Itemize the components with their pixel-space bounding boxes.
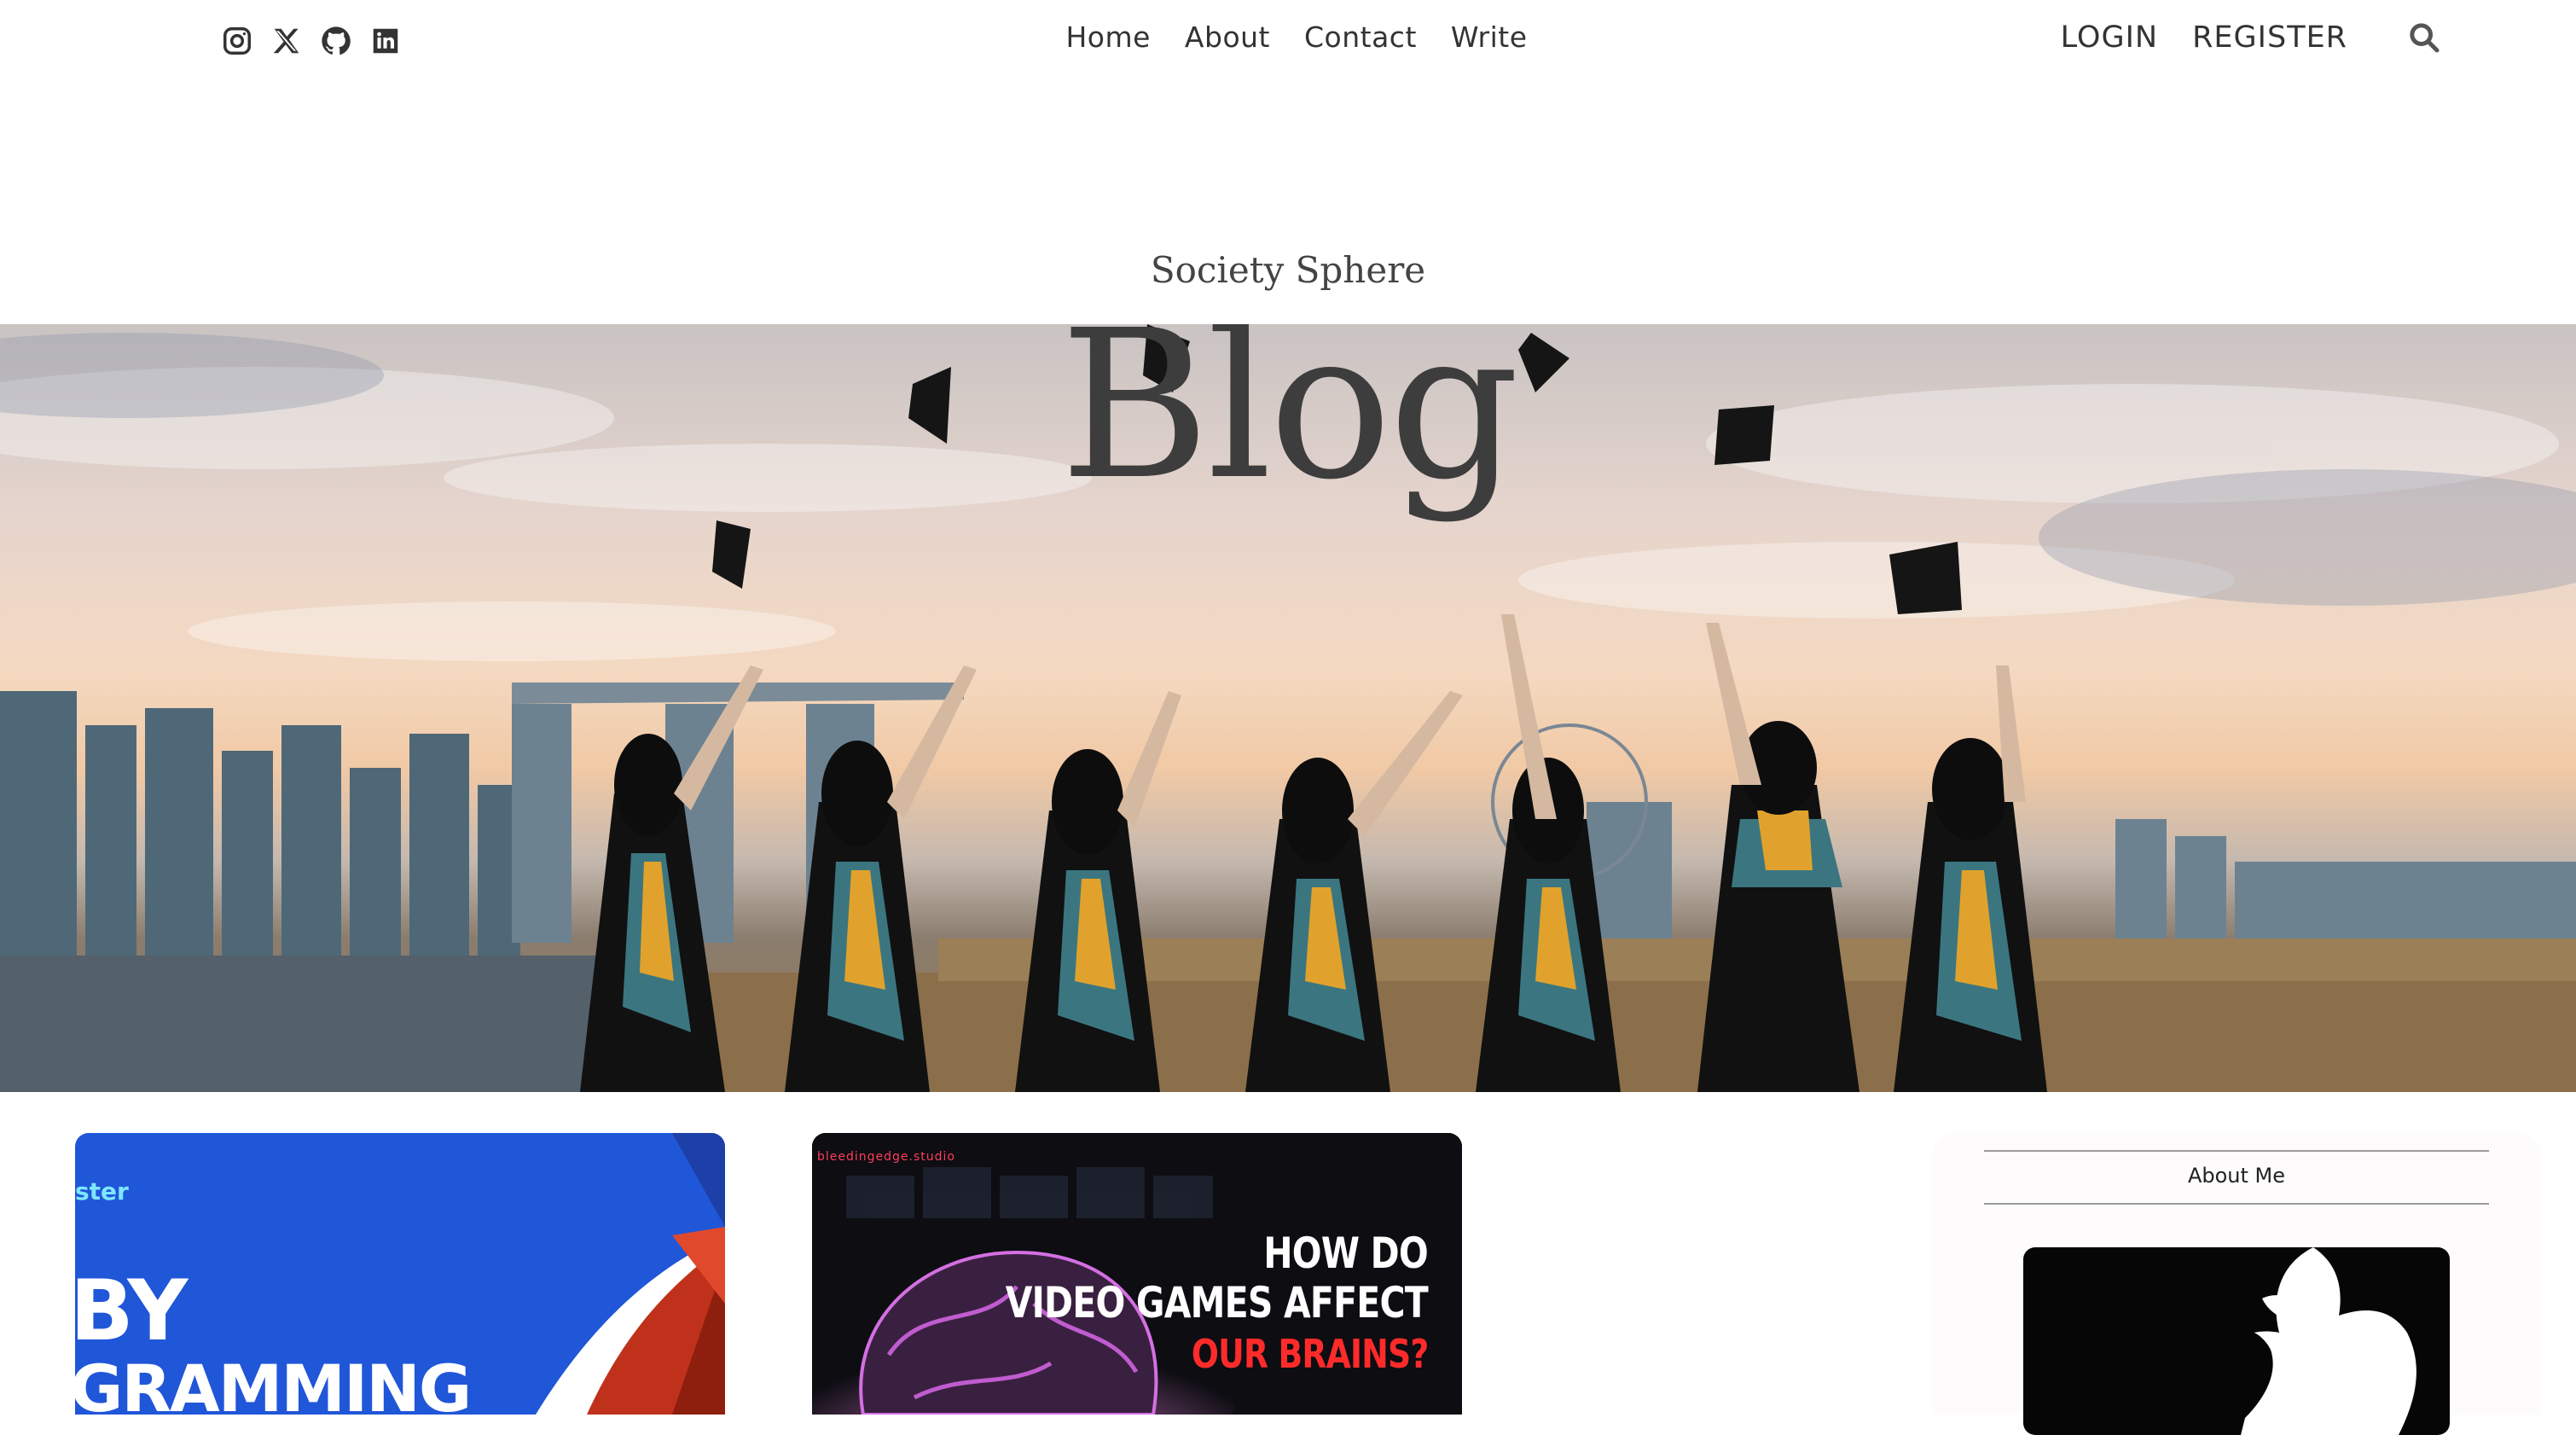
post-tag: ster [75, 1177, 129, 1206]
post-card[interactable]: bleedingedge.studio HOW DO VIDEO GAMES A… [812, 1133, 1462, 1415]
auth-nav: LOGIN REGISTER [2061, 20, 2441, 55]
nav-home-link[interactable]: Home [1065, 20, 1150, 54]
top-navbar: Home About Contact Write LOGIN REGISTER [0, 0, 2576, 85]
login-link[interactable]: LOGIN [2061, 20, 2158, 55]
apple-silhouette-graphic [2175, 1247, 2416, 1435]
nav-about-link[interactable]: About [1185, 20, 1270, 54]
sidebar: About Me [1933, 1133, 2540, 1435]
register-link[interactable]: REGISTER [2192, 20, 2347, 55]
divider [1984, 1150, 2489, 1152]
site-brand: Society Sphere [1150, 249, 1426, 291]
divider [1984, 1203, 2489, 1205]
post-image-text-line2: VIDEO GAMES AFFECT [1005, 1278, 1429, 1328]
nav-contact-link[interactable]: Contact [1304, 20, 1417, 54]
post-image-text-line1: BY [75, 1263, 188, 1360]
about-me-image [2023, 1247, 2450, 1435]
post-image-text-line3: OUR BRAINS? [1191, 1331, 1429, 1377]
nav-write-link[interactable]: Write [1451, 20, 1528, 54]
hero-title: Blog [1059, 324, 1519, 525]
search-icon[interactable] [2407, 20, 2441, 55]
post-image-text-line1: HOW DO [1263, 1229, 1428, 1278]
post-tag: bleedingedge.studio [817, 1150, 955, 1164]
hero-banner: Blog [0, 324, 2576, 1092]
post-image-text-line2: GRAMMING [75, 1351, 472, 1415]
sidebar-title: About Me [2187, 1164, 2286, 1188]
post-card[interactable]: ster BY GRAMMING [75, 1133, 725, 1415]
